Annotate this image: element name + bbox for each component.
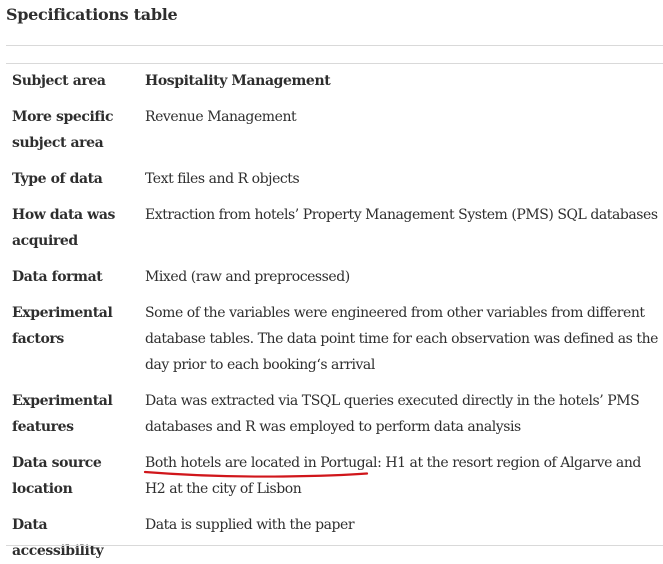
row-label: Type of data <box>12 171 103 187</box>
row-value: Hospitality Management <box>145 73 331 89</box>
row-value: Data is supplied with the paper <box>145 517 355 533</box>
row-label: Subject area <box>12 73 106 89</box>
table-top-border <box>6 63 663 64</box>
section-title: Specifications table <box>6 5 178 24</box>
row-value: Data was extracted via TSQL queries exec… <box>145 393 640 435</box>
row-value: Mixed (raw and preprocessed) <box>145 269 350 285</box>
row-value: Text files and R objects <box>145 171 300 187</box>
row-label: Data accessibility <box>12 517 104 559</box>
title-divider <box>6 45 663 46</box>
red-underline-annotation <box>143 470 369 478</box>
row-value: Some of the variables were engineered fr… <box>145 305 658 373</box>
row-value: Extraction from hotels’ Property Managem… <box>145 207 658 223</box>
row-label: How data was acquired <box>12 207 115 249</box>
table-bottom-border <box>6 545 663 546</box>
row-label: Data source location <box>12 455 102 497</box>
row-label: Data format <box>12 269 103 285</box>
row-label: Experimental features <box>12 393 113 435</box>
row-value: Revenue Management <box>145 109 297 125</box>
row-label: More specific subject area <box>12 109 114 151</box>
row-label: Experimental factors <box>12 305 113 347</box>
